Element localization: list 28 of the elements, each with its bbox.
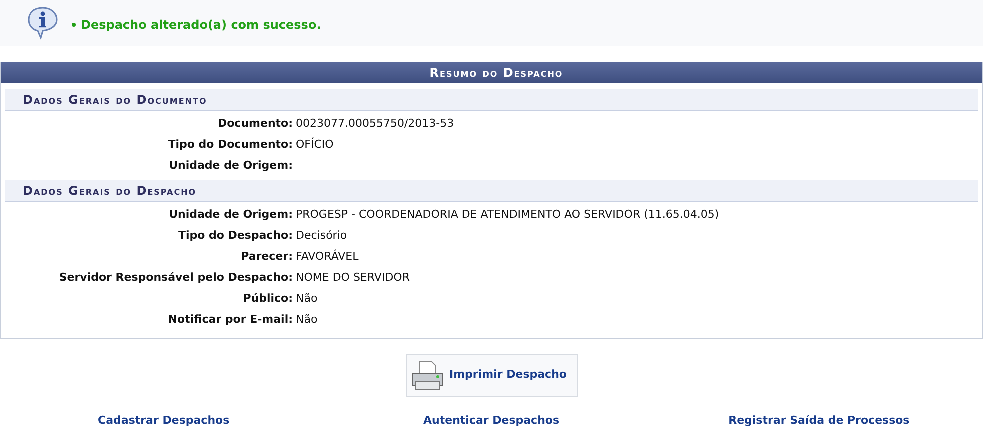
field-label: Tipo do Despacho: [177,228,294,244]
nav-link[interactable]: Cadastrar Despachos [98,413,230,430]
field-value: Não [296,291,318,308]
field-label: Servidor Responsável pelo Despacho: [58,270,294,286]
field-label: Documento: [216,116,294,132]
success-message: Despacho alterado(a) com sucesso. [81,17,322,34]
nav-link[interactable]: Autenticar Despachos [424,413,560,430]
field-value: Decisório [296,228,348,244]
field-value: Não [296,312,318,328]
section-header: Dados Gerais do Despacho [5,180,978,202]
field-label: Público: [242,291,294,308]
print-button[interactable]: Imprimir Despacho [406,354,578,397]
field-value: OFÍCIO [296,137,334,154]
info-icon [26,6,60,40]
section-header: Dados Gerais do Documento [5,89,978,111]
field-label: Notificar por E-mail: [167,312,294,328]
field-label: Unidade de Origem: [168,158,294,174]
field-value: 0023077.00055750/2013-53 [296,116,454,132]
field-value: FAVORÁVEL [296,249,359,266]
field-label: Unidade de Origem: [168,207,294,224]
field-label: Tipo do Documento: [167,137,294,154]
bullet-icon [72,23,76,27]
panel-title: Resumo do Despacho [1,62,982,83]
field-value: PROGESP - COORDENADORIA DE ATENDIMENTO AO SERVIDOR (11.65.04.05) [296,207,720,224]
nav-link[interactable]: Registrar Saída de Processos [728,413,910,430]
field-label: Parecer: [240,249,294,266]
printer-icon [410,360,446,392]
field-value: NOME DO SERVIDOR [296,270,410,286]
